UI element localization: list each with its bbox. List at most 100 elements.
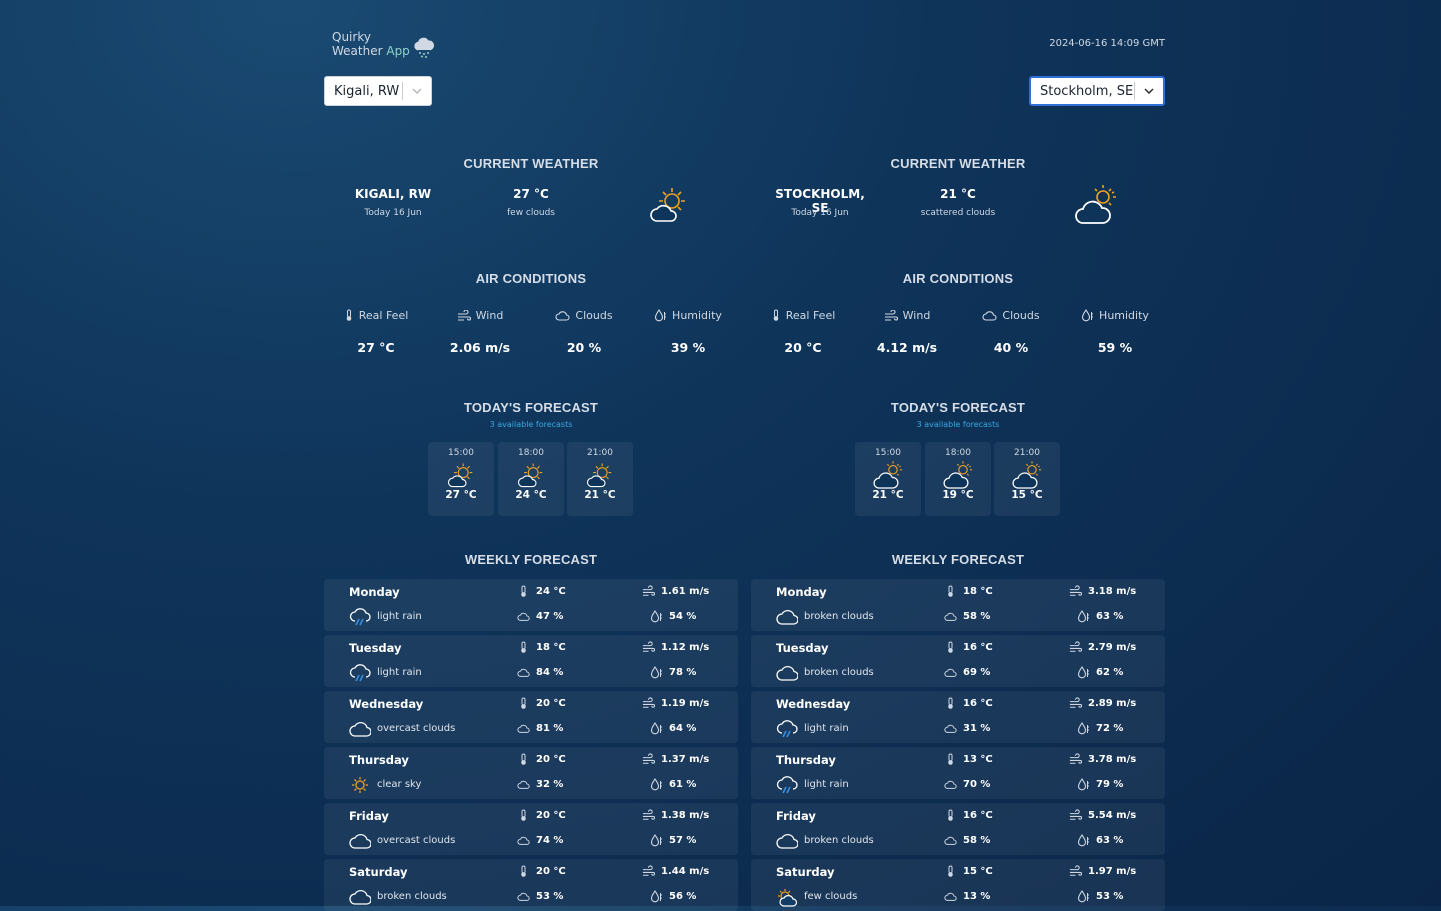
clouds-value: 70 % xyxy=(963,779,991,790)
clouds-label-text: Clouds xyxy=(1002,309,1040,322)
temp-cell: 18 °C xyxy=(517,641,566,654)
weekly-row[interactable]: Thursday clear sky 20 °C 32 % 1.37 m/s 6… xyxy=(324,747,738,799)
logo-line2: Weather App xyxy=(332,44,410,58)
wind-value: 2.79 m/s xyxy=(1088,642,1137,653)
wind-value: 1.44 m/s xyxy=(661,866,710,877)
wind-icon xyxy=(1069,865,1082,876)
weekly-row[interactable]: Tuesday light rain 18 °C 84 % 1.12 m/s 7… xyxy=(324,635,738,687)
wind-cell: 1.37 m/s xyxy=(642,753,709,766)
humidity-value: 79 % xyxy=(1096,779,1124,790)
temp-value: 20 °C xyxy=(536,698,566,709)
cloud-icon xyxy=(555,311,570,321)
weekly-row[interactable]: Friday broken clouds 16 °C 58 % 5.54 m/s… xyxy=(751,803,1165,855)
weekly-row[interactable]: Monday broken clouds 18 °C 58 % 3.18 m/s… xyxy=(751,579,1165,631)
weather-desc: light rain xyxy=(804,723,849,734)
humidity-cell: 79 % xyxy=(1077,778,1123,791)
temp-cell: 16 °C xyxy=(944,697,993,710)
weekday: Tuesday xyxy=(776,641,829,655)
temp-value: 20 °C xyxy=(536,754,566,765)
temp-value: 18 °C xyxy=(536,642,566,653)
humidity-cell: 53 % xyxy=(1077,890,1123,903)
todays-forecast-title: TODAY'S FORECAST xyxy=(890,400,1026,415)
humidity-value: 39 % xyxy=(670,340,706,355)
humidity-icon xyxy=(650,610,662,623)
humidity-value: 61 % xyxy=(669,779,697,790)
clouds-value: 32 % xyxy=(536,779,564,790)
cloud-icon xyxy=(944,836,957,845)
forecast-temp: 21 °C xyxy=(872,489,904,501)
thermometer-icon xyxy=(346,309,352,321)
weekly-row[interactable]: Monday light rain 24 °C 47 % 1.61 m/s 54… xyxy=(324,579,738,631)
thermometer-icon xyxy=(773,309,779,321)
clouds-cell: 58 % xyxy=(944,610,990,623)
real-feel-value: 20 °C xyxy=(784,340,822,355)
city-name: KIGALI, RW xyxy=(354,187,432,201)
weather-desc: broken clouds xyxy=(804,611,874,622)
clouds-cell: 13 % xyxy=(944,890,990,903)
available-forecasts: 3 available forecasts xyxy=(489,420,573,429)
forecast-time: 18:00 xyxy=(945,448,971,458)
humidity-value: 78 % xyxy=(669,667,697,678)
clouds-value: 84 % xyxy=(536,667,564,678)
wind-cell: 1.38 m/s xyxy=(642,809,709,822)
temp-value: 18 °C xyxy=(963,586,993,597)
cloud-icon xyxy=(776,610,798,625)
wind-icon xyxy=(642,865,655,876)
wind-icon xyxy=(1069,585,1082,596)
cloud-sun-icon xyxy=(943,461,973,489)
wind-value: 2.06 m/s xyxy=(449,340,511,355)
clouds-value: 40 % xyxy=(993,340,1029,355)
humidity-icon xyxy=(650,778,662,791)
clouds-value: 20 % xyxy=(566,340,602,355)
forecast-card: 15:00 21 °C xyxy=(855,442,921,516)
forecast-time: 15:00 xyxy=(448,448,474,458)
chevron-down-icon[interactable] xyxy=(1135,88,1163,94)
sun-cloud-icon xyxy=(650,188,685,222)
weekly-row[interactable]: Wednesday overcast clouds 20 °C 81 % 1.1… xyxy=(324,691,738,743)
clouds-cell: 84 % xyxy=(517,666,563,679)
clouds-value: 69 % xyxy=(963,667,991,678)
logo-line1: Quirky xyxy=(332,30,371,44)
weekly-row[interactable]: Tuesday broken clouds 16 °C 69 % 2.79 m/… xyxy=(751,635,1165,687)
clouds-value: 53 % xyxy=(536,891,564,902)
real-feel-label: Real Feel xyxy=(751,309,855,322)
real-feel-value: 27 °C xyxy=(357,340,395,355)
current-temp: 21 °C xyxy=(940,187,976,201)
clouds-cell: 32 % xyxy=(517,778,563,791)
thermometer-icon xyxy=(948,809,953,821)
weekly-row[interactable]: Saturday few clouds 15 °C 13 % 1.97 m/s … xyxy=(751,859,1165,911)
wind-icon xyxy=(884,309,898,321)
chevron-down-icon[interactable] xyxy=(403,88,431,94)
humidity-value: 57 % xyxy=(669,835,697,846)
weekday: Friday xyxy=(776,809,816,823)
app-logo: Quirky Weather App xyxy=(332,30,410,58)
todays-forecast-title: TODAY'S FORECAST xyxy=(463,400,599,415)
weather-desc: broken clouds xyxy=(804,835,874,846)
city-select-right-value: Stockholm, SE xyxy=(1040,83,1134,99)
weekly-row[interactable]: Thursday light rain 13 °C 70 % 3.78 m/s … xyxy=(751,747,1165,799)
humidity-cell: 63 % xyxy=(1077,834,1123,847)
weekly-row[interactable]: Friday overcast clouds 20 °C 74 % 1.38 m… xyxy=(324,803,738,855)
clouds-cell: 69 % xyxy=(944,666,990,679)
wind-cell: 1.97 m/s xyxy=(1069,865,1136,878)
wind-value: 1.38 m/s xyxy=(661,810,710,821)
temp-value: 16 °C xyxy=(963,698,993,709)
current-weather-title: CURRENT WEATHER xyxy=(890,156,1026,171)
humidity-cell: 78 % xyxy=(650,666,696,679)
city-select-left[interactable]: Kigali, RW xyxy=(324,76,432,106)
wind-cell: 1.44 m/s xyxy=(642,865,709,878)
humidity-icon xyxy=(1077,722,1089,735)
city-select-right[interactable]: Stockholm, SE xyxy=(1029,76,1165,106)
clouds-value: 74 % xyxy=(536,835,564,846)
humidity-icon xyxy=(1077,666,1089,679)
clouds-value: 47 % xyxy=(536,611,564,622)
humidity-icon xyxy=(650,834,662,847)
cloud-sun-icon xyxy=(1012,461,1042,489)
rain-icon xyxy=(349,608,371,626)
humidity-icon xyxy=(1077,890,1089,903)
weekly-row[interactable]: Saturday broken clouds 20 °C 53 % 1.44 m… xyxy=(324,859,738,911)
current-desc: scattered clouds xyxy=(920,208,996,218)
humidity-cell: 56 % xyxy=(650,890,696,903)
cloud-icon xyxy=(944,892,957,901)
weekly-row[interactable]: Wednesday light rain 16 °C 31 % 2.89 m/s… xyxy=(751,691,1165,743)
